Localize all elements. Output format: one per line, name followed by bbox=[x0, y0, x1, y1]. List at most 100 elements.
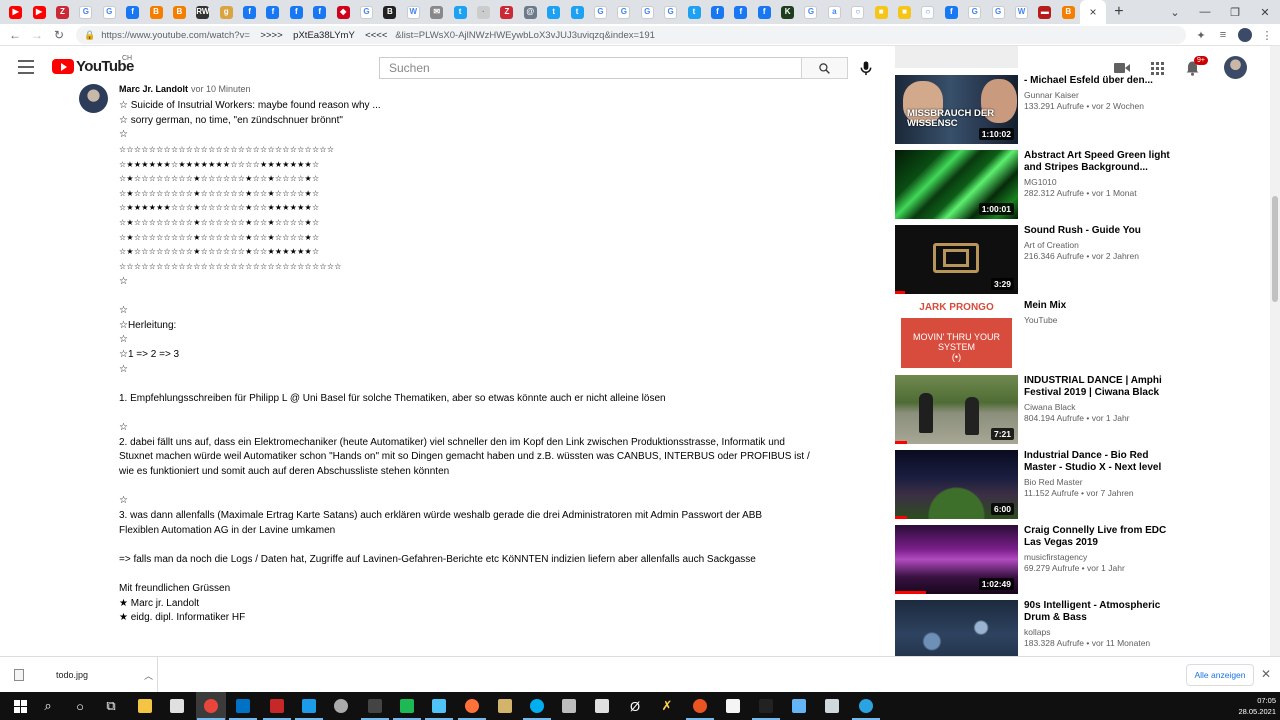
store-icon[interactable] bbox=[167, 696, 187, 716]
video-thumbnail[interactable]: 3:29 bbox=[895, 225, 1018, 294]
close-tab-icon[interactable]: × bbox=[1089, 5, 1096, 19]
browser-tab[interactable]: t bbox=[448, 0, 471, 24]
browser-tab[interactable]: ▶ bbox=[4, 0, 27, 24]
browser-tab[interactable]: G bbox=[74, 0, 97, 24]
browser-tab[interactable]: f bbox=[308, 0, 331, 24]
display-icon[interactable] bbox=[822, 696, 842, 716]
terminal-icon[interactable] bbox=[756, 696, 776, 716]
menu-dots-icon[interactable]: ⋮ bbox=[1256, 24, 1278, 46]
browser-tab[interactable]: ■ bbox=[893, 0, 916, 24]
video-channel[interactable]: Bio Red Master bbox=[1024, 477, 1175, 488]
recommended-video[interactable]: 6:00 Industrial Dance - Bio Red Master - … bbox=[895, 450, 1175, 520]
browser-tab[interactable]: ◆ bbox=[331, 0, 354, 24]
browser-tab[interactable]: f bbox=[706, 0, 729, 24]
live-icon[interactable] bbox=[365, 696, 385, 716]
browser-tab[interactable]: a bbox=[823, 0, 846, 24]
close-window-icon[interactable]: ✕ bbox=[1250, 0, 1280, 24]
profile-avatar-icon[interactable] bbox=[1234, 24, 1256, 46]
browser-tab[interactable]: f bbox=[940, 0, 963, 24]
show-all-downloads-button[interactable]: Alle anzeigen bbox=[1186, 664, 1254, 686]
new-tab-button[interactable]: + bbox=[1106, 0, 1132, 24]
recommended-video[interactable]: 1:02:49 Craig Connelly Live from EDC Las … bbox=[895, 525, 1175, 595]
video-channel[interactable]: MG1010 bbox=[1024, 177, 1175, 188]
recommended-video[interactable]: JARK PRONGO MOVIN' THRU YOUR SYSTEM (•) Mei… bbox=[895, 300, 1175, 370]
restore-icon[interactable]: ❐ bbox=[1220, 0, 1250, 24]
browser-tab[interactable]: K bbox=[776, 0, 799, 24]
extensions-icon[interactable]: ✦ bbox=[1190, 24, 1212, 46]
tab-search-icon[interactable]: ⌄ bbox=[1160, 0, 1190, 24]
share-icon[interactable] bbox=[429, 696, 449, 716]
video-thumbnail[interactable]: JARK PRONGO MOVIN' THRU YOUR SYSTEM (•) bbox=[895, 300, 1018, 369]
browser-tab[interactable]: f bbox=[121, 0, 144, 24]
browser-tab[interactable]: · bbox=[472, 0, 495, 24]
reading-list-icon[interactable]: ≡ bbox=[1212, 24, 1234, 46]
browser-tab[interactable]: t bbox=[682, 0, 705, 24]
browser-tab[interactable]: B bbox=[168, 0, 191, 24]
browser-tab[interactable]: t bbox=[565, 0, 588, 24]
cube-icon[interactable] bbox=[559, 696, 579, 716]
task-view-icon[interactable]: ⧉ bbox=[101, 696, 121, 716]
video-channel[interactable]: YouTube bbox=[1024, 315, 1175, 326]
account-avatar[interactable] bbox=[1224, 56, 1247, 79]
browser-tab[interactable]: RW bbox=[191, 0, 214, 24]
address-bar[interactable]: 🔒 https://www.youtube.com/watch?v= >>>> … bbox=[76, 26, 1186, 44]
search-button[interactable] bbox=[801, 57, 848, 79]
browser-tab[interactable]: ○ bbox=[846, 0, 869, 24]
reload-icon[interactable]: ↻ bbox=[48, 24, 70, 46]
video-channel[interactable]: Gunnar Kaiser bbox=[1024, 90, 1175, 101]
news-icon[interactable] bbox=[267, 696, 287, 716]
download-item[interactable]: todo.jpg ︿ bbox=[8, 657, 158, 693]
browser-tab[interactable]: W bbox=[1010, 0, 1033, 24]
browser-tab[interactable]: G bbox=[636, 0, 659, 24]
video-title[interactable]: Abstract Art Speed Green light and Strip… bbox=[1024, 150, 1175, 174]
page-scrollbar-track[interactable] bbox=[1270, 46, 1280, 656]
video-thumbnail[interactable]: 1:02:49 bbox=[895, 525, 1018, 594]
browser-tab[interactable]: @ bbox=[519, 0, 542, 24]
cortana-icon[interactable]: ○ bbox=[70, 696, 90, 716]
video-thumbnail[interactable] bbox=[895, 600, 1018, 656]
notes-icon[interactable] bbox=[723, 696, 743, 716]
editor-icon[interactable]: ✗ bbox=[657, 696, 677, 716]
video-title[interactable]: 90s Intelligent - Atmospheric Drum & Bas… bbox=[1024, 600, 1175, 624]
hamburger-menu-icon[interactable] bbox=[18, 60, 34, 74]
browser-tab[interactable]: ▶ bbox=[27, 0, 50, 24]
video-title[interactable]: - Michael Esfeld über den... bbox=[1024, 75, 1175, 87]
chevron-up-icon[interactable]: ︿ bbox=[144, 669, 153, 682]
browser-tab[interactable]: B bbox=[378, 0, 401, 24]
browser-tab[interactable]: ○ bbox=[916, 0, 939, 24]
paint-icon[interactable] bbox=[789, 696, 809, 716]
windows-start-icon[interactable] bbox=[10, 696, 30, 716]
skype-icon[interactable] bbox=[527, 696, 547, 716]
browser-tab[interactable]: ✉ bbox=[425, 0, 448, 24]
video-title[interactable]: Industrial Dance - Bio Red Master - Stud… bbox=[1024, 450, 1175, 474]
youtube-logo[interactable]: YouTube CH bbox=[52, 55, 134, 75]
video-channel[interactable]: kollaps bbox=[1024, 627, 1175, 638]
settings-app-icon[interactable] bbox=[299, 696, 319, 716]
comment-author-avatar[interactable] bbox=[79, 84, 108, 113]
minimize-icon[interactable]: — bbox=[1190, 0, 1220, 24]
pen-icon[interactable] bbox=[495, 696, 515, 716]
video-title[interactable]: Sound Rush - Guide You bbox=[1024, 225, 1175, 237]
previous-thumbnail-stub[interactable] bbox=[895, 46, 1018, 68]
telegram-icon[interactable] bbox=[856, 696, 876, 716]
video-channel[interactable]: Art of Creation bbox=[1024, 240, 1175, 251]
browser-tab[interactable]: G bbox=[612, 0, 635, 24]
chrome-icon[interactable] bbox=[201, 696, 221, 716]
browser-tab[interactable]: G bbox=[355, 0, 378, 24]
recommended-video[interactable]: 90s Intelligent - Atmospheric Drum & Bas… bbox=[895, 600, 1175, 656]
browser-tab[interactable]: W bbox=[402, 0, 425, 24]
teams-icon[interactable] bbox=[397, 696, 417, 716]
browser-tab[interactable]: G bbox=[986, 0, 1009, 24]
microphone-icon[interactable] bbox=[855, 57, 877, 79]
browser-tab[interactable]: ■ bbox=[869, 0, 892, 24]
browser-tab[interactable]: f bbox=[753, 0, 776, 24]
file-explorer-icon[interactable] bbox=[135, 696, 155, 716]
browser-tab[interactable]: t bbox=[542, 0, 565, 24]
system-clock[interactable]: 07:05 28.05.2021 bbox=[1226, 695, 1276, 717]
browser-tab[interactable]: B bbox=[1057, 0, 1080, 24]
outlook-icon[interactable] bbox=[233, 696, 253, 716]
active-tab[interactable]: × bbox=[1079, 0, 1106, 24]
search-input[interactable]: Suchen bbox=[379, 57, 802, 79]
page-scrollbar-thumb[interactable] bbox=[1272, 196, 1278, 302]
video-title[interactable]: Craig Connelly Live from EDC Las Vegas 2… bbox=[1024, 525, 1175, 549]
